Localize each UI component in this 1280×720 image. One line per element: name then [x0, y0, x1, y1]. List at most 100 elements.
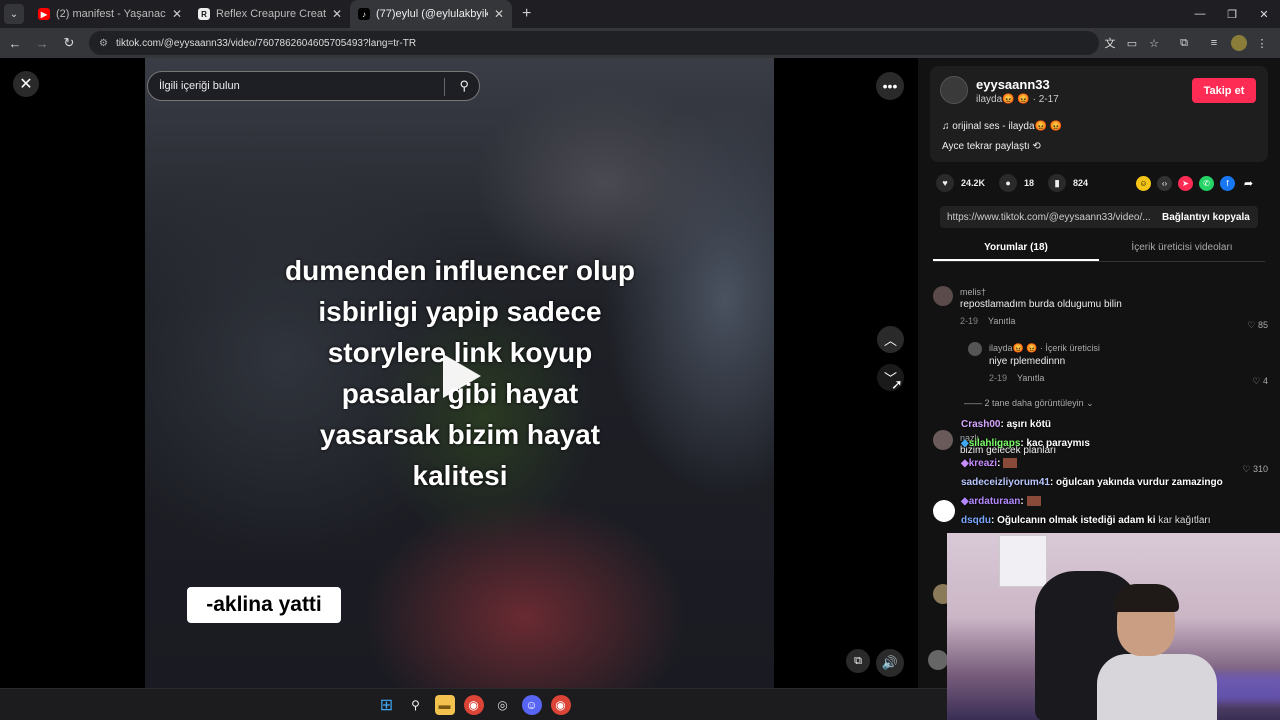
tab-search-icon[interactable]: ⌄: [4, 4, 24, 24]
streamer: [1097, 584, 1217, 720]
chat-user: ardaturaan: [968, 496, 1021, 507]
video-player[interactable]: dumenden influencer olup isbirligi yapip…: [145, 58, 774, 688]
comment-user[interactable]: melis†: [960, 287, 1122, 297]
author-username[interactable]: eyysaann33: [976, 77, 1050, 92]
share-arrow-icon[interactable]: ➦: [1241, 176, 1256, 191]
embed-icon[interactable]: ‹›: [1157, 176, 1172, 191]
search-icon[interactable]: ⚲: [459, 78, 469, 94]
extensions-icon[interactable]: ⧉: [1173, 32, 1195, 54]
comment-like[interactable]: ♡ 4: [1252, 376, 1268, 387]
comment-like[interactable]: ♡ 85: [1247, 320, 1268, 331]
url-field[interactable]: ⚙ tiktok.com/@eyysaann33/video/760786260…: [89, 31, 1099, 55]
avatar[interactable]: [933, 430, 953, 450]
site-info-icon[interactable]: ⚙: [99, 38, 108, 49]
like-count: 85: [1257, 320, 1268, 330]
caption-line: isbirligi yapip sadece: [318, 296, 602, 327]
reload-icon[interactable]: ↻: [57, 31, 81, 55]
avatar: [933, 500, 955, 522]
browser-menu-icon[interactable]: ⋮: [1251, 32, 1273, 54]
streamer-hair: [1113, 584, 1179, 612]
file-explorer-icon[interactable]: ▬: [434, 694, 455, 715]
browser-tab-2[interactable]: R Reflex Creapure Creatine 500 G ✕: [190, 0, 350, 28]
windows-start-icon[interactable]: ⊞: [377, 695, 397, 715]
tiktok-icon: ♪: [358, 8, 370, 20]
translate-icon[interactable]: 文: [1099, 32, 1121, 54]
chat-message: ◆kreazi:: [961, 458, 1018, 469]
chat-user: kreazi: [968, 458, 998, 469]
window-controls: — ❐ ✕: [1184, 0, 1280, 28]
search-icon[interactable]: ⚲: [406, 695, 426, 715]
save-button[interactable]: ▮ 824: [1048, 174, 1088, 192]
chrome-icon[interactable]: ◉: [463, 694, 484, 715]
play-icon[interactable]: [443, 354, 481, 398]
whatsapp-icon[interactable]: ✆: [1199, 176, 1214, 191]
volume-icon[interactable]: 🔊: [876, 649, 904, 677]
tab-creator-videos[interactable]: İçerik üreticisi videoları: [1099, 236, 1265, 261]
related-search-input[interactable]: İlgili içeriği bulun ⚲: [147, 71, 480, 101]
emote-icon: [1026, 496, 1041, 507]
reply-button[interactable]: Yanıtla: [988, 316, 1015, 326]
avatar[interactable]: [933, 286, 953, 306]
like-count: 24.2K: [961, 178, 986, 188]
chrome-active-icon[interactable]: ◉: [550, 694, 571, 715]
close-tab-icon[interactable]: ✕: [494, 7, 504, 21]
close-tab-icon[interactable]: ✕: [332, 7, 342, 21]
media-controls-icon[interactable]: ≡: [1203, 32, 1225, 54]
comment-like[interactable]: ♡ 310: [1242, 464, 1268, 475]
reply-button[interactable]: Yanıtla: [1017, 373, 1044, 383]
chat-message: ◆silahligaps: kac paraymıs: [961, 438, 1090, 449]
comment-button[interactable]: ● 18: [999, 174, 1034, 192]
previous-video-icon[interactable]: ︿: [877, 326, 904, 353]
badge-icon: ◆: [961, 438, 969, 449]
more-options-icon[interactable]: •••: [876, 72, 904, 100]
chat-message: ◆ardaturaan:: [961, 496, 1041, 507]
emoji-share-icon[interactable]: ☺: [1136, 176, 1151, 191]
browser-tab-3-active[interactable]: ♪ (77)eylul (@eylulakbyik) | TikTok ✕: [350, 0, 512, 28]
cast-icon[interactable]: ▭: [1121, 32, 1143, 54]
comment-item: melis† repostlamadım burda oldugumu bili…: [960, 287, 1122, 326]
badge-icon: ◆: [961, 458, 969, 469]
comment-user[interactable]: ilayda😡 😡 · İçerik üreticisi: [989, 343, 1100, 354]
back-icon[interactable]: ←: [3, 31, 27, 55]
chat-user: sadeceizliyorum41: [961, 477, 1050, 488]
wall-poster: [999, 535, 1047, 587]
tab-title: (2) manifest - Yaşanacaksa | Offi: [56, 8, 166, 20]
avatar[interactable]: [940, 76, 968, 104]
restore-icon[interactable]: ❐: [1216, 0, 1248, 28]
author-display: ilayda😡 😡 · 2-17: [976, 94, 1059, 105]
like-button[interactable]: ♥ 24.2K: [936, 174, 985, 192]
youtube-icon: ▶: [38, 8, 50, 20]
browser-tab-1[interactable]: ▶ (2) manifest - Yaşanacaksa | Offi ✕: [30, 0, 190, 28]
follow-button[interactable]: Takip et: [1192, 78, 1256, 103]
comment-text: repostlamadım burda oldugumu bilin: [960, 299, 1122, 310]
divider: [444, 78, 445, 96]
avatar[interactable]: [928, 650, 948, 670]
discord-icon[interactable]: ☺: [521, 694, 542, 715]
github-icon[interactable]: ◎: [493, 695, 513, 715]
profile-avatar[interactable]: [1231, 35, 1247, 51]
more-replies-label: 2 tane daha görüntüleyin: [984, 398, 1084, 408]
forward-icon[interactable]: →: [30, 31, 54, 55]
close-window-icon[interactable]: ✕: [1248, 0, 1280, 28]
like-count: 4: [1262, 376, 1268, 386]
music-link[interactable]: ♫ orijinal ses - ilayda😡 😡: [942, 121, 1062, 132]
comment-icon: ●: [999, 174, 1018, 192]
close-icon[interactable]: ✕: [13, 71, 39, 97]
facebook-icon[interactable]: f: [1220, 176, 1235, 191]
new-tab-icon[interactable]: +: [522, 5, 531, 23]
view-more-replies[interactable]: —— 2 tane daha görüntüleyin ⌄: [964, 398, 1094, 409]
bookmark-star-icon[interactable]: ☆: [1143, 32, 1165, 54]
minimize-icon[interactable]: —: [1184, 0, 1216, 28]
close-tab-icon[interactable]: ✕: [172, 7, 182, 21]
send-icon[interactable]: ➤: [1178, 176, 1193, 191]
tab-comments[interactable]: Yorumlar (18): [933, 236, 1099, 261]
author-card: eyysaann33 ilayda😡 😡 · 2-17 Takip et ♫ o…: [930, 66, 1268, 162]
search-placeholder: İlgili içeriği bulun: [159, 80, 240, 92]
comment-meta: 2-19 Yanıtla: [989, 373, 1100, 383]
video-url: https://www.tiktok.com/@eyysaann33/video…: [947, 211, 1151, 223]
comment-meta: 2-19 Yanıtla: [960, 316, 1122, 326]
copy-link-button[interactable]: Bağlantıyı kopyala: [1154, 212, 1250, 223]
chat-user: Crash00: [961, 419, 1001, 430]
avatar[interactable]: [968, 342, 982, 356]
miniplayer-icon[interactable]: ⧉: [846, 649, 870, 673]
